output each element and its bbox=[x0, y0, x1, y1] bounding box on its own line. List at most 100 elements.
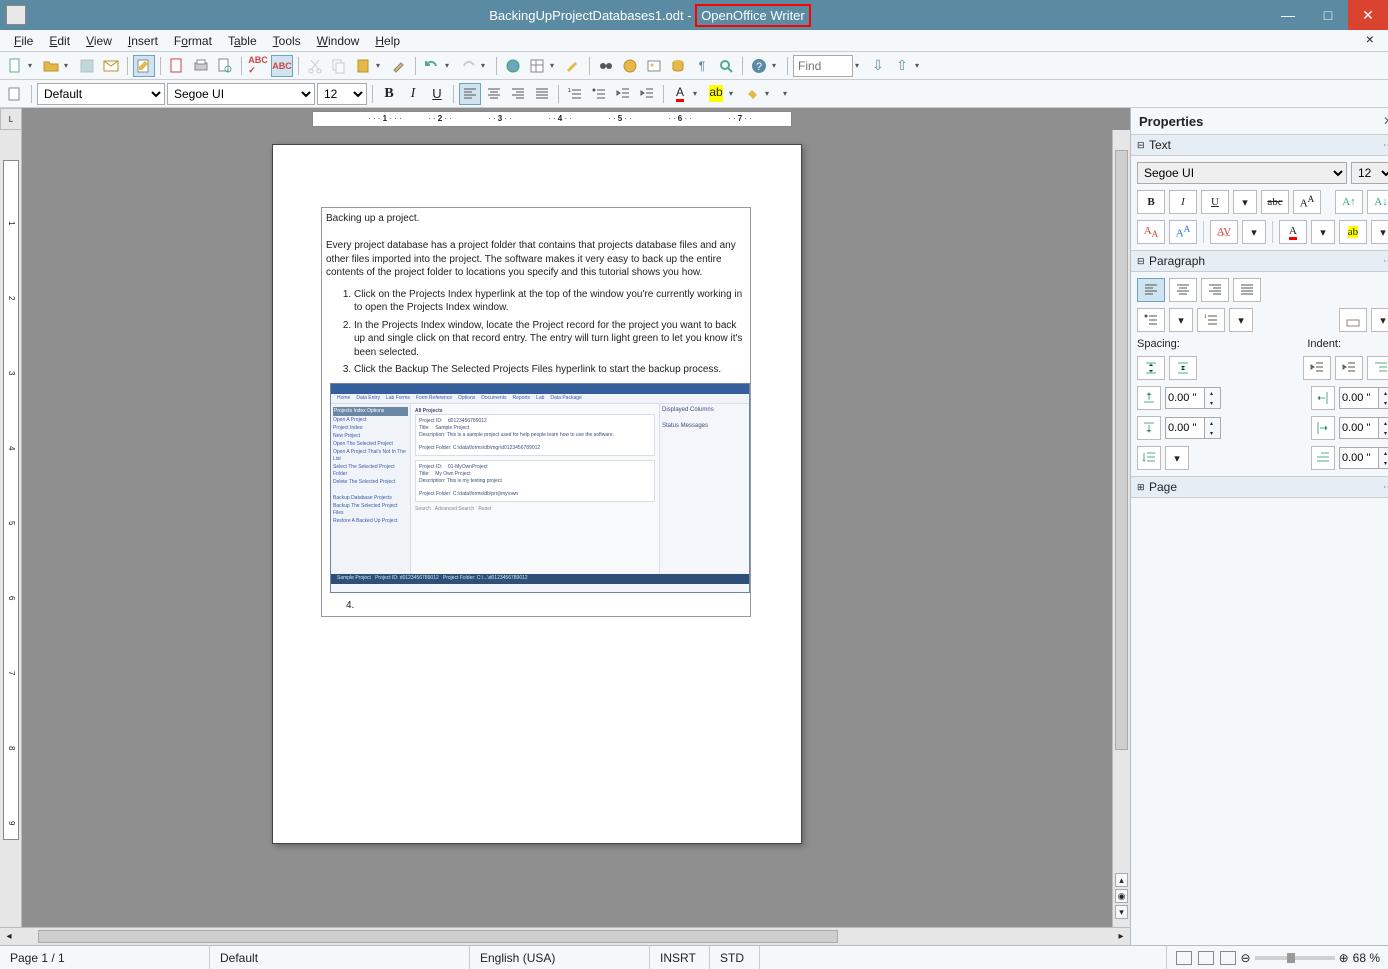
shadow-button[interactable]: A̲V̲ bbox=[1210, 220, 1238, 244]
underline-button[interactable]: U bbox=[426, 83, 448, 105]
horizontal-ruler[interactable]: · · · 1 · · · · · 2 · · · · 3 · · · · 4 … bbox=[22, 108, 1130, 130]
more-options-button[interactable]: ⋯ bbox=[1383, 256, 1388, 267]
page-indicator[interactable]: Page 1 / 1 bbox=[0, 946, 210, 969]
panel-italic-button[interactable]: I bbox=[1169, 190, 1197, 214]
selection-mode[interactable]: STD bbox=[710, 946, 760, 969]
scroll-thumb[interactable] bbox=[1115, 150, 1128, 750]
highlight-button[interactable]: ab bbox=[705, 83, 727, 105]
panel-underline-dropdown[interactable]: ▾ bbox=[1233, 190, 1257, 214]
increase-spacing-button[interactable] bbox=[1137, 356, 1165, 380]
help-button[interactable]: ? bbox=[748, 55, 770, 77]
menu-file[interactable]: File bbox=[6, 32, 41, 50]
find-replace-button[interactable] bbox=[595, 55, 617, 77]
p-bullet-button[interactable] bbox=[1137, 308, 1165, 332]
scroll-left-button[interactable]: ◂ bbox=[0, 928, 18, 945]
panel-strike-button[interactable]: abc bbox=[1261, 190, 1289, 214]
view-multi-page-button[interactable] bbox=[1198, 951, 1214, 965]
decrease-indent-button[interactable] bbox=[612, 83, 634, 105]
close-document-button[interactable]: × bbox=[1358, 31, 1382, 51]
view-book-button[interactable] bbox=[1220, 951, 1236, 965]
menu-help[interactable]: Help bbox=[367, 32, 408, 50]
panel-underline-button[interactable]: U bbox=[1201, 190, 1229, 214]
find-input[interactable] bbox=[793, 55, 853, 77]
menu-view[interactable]: View bbox=[78, 32, 120, 50]
bgcolor-button[interactable] bbox=[741, 83, 763, 105]
font-color-dropdown[interactable]: ▾ bbox=[693, 89, 703, 98]
panel-superscript-button[interactable]: AA bbox=[1293, 190, 1321, 214]
decrease-spacing-button[interactable] bbox=[1169, 356, 1197, 380]
navigation-button[interactable]: ◉ bbox=[1115, 889, 1128, 903]
page-content[interactable]: Backing up a project. Every project data… bbox=[321, 207, 751, 623]
p-bgcolor-button[interactable] bbox=[1339, 308, 1367, 332]
zoom-in-button[interactable]: ⊕ bbox=[1339, 951, 1349, 965]
insert-mode[interactable]: INSRT bbox=[650, 946, 710, 969]
print-preview-button[interactable] bbox=[214, 55, 236, 77]
page-section-header[interactable]: ⊞ Page ⋯ bbox=[1131, 476, 1388, 498]
save-button[interactable] bbox=[76, 55, 98, 77]
numbered-list-button[interactable]: 1 bbox=[564, 83, 586, 105]
bgcolor-dropdown[interactable]: ▾ bbox=[765, 89, 775, 98]
align-left-button[interactable] bbox=[459, 83, 481, 105]
paste-button[interactable] bbox=[352, 55, 374, 77]
highlight-dropdown[interactable]: ▾ bbox=[729, 89, 739, 98]
font-color-button[interactable]: A bbox=[669, 83, 691, 105]
panel-close-button[interactable]: ✕ bbox=[1383, 114, 1388, 128]
italic-button[interactable]: I bbox=[402, 83, 424, 105]
copy-button[interactable] bbox=[328, 55, 350, 77]
panel-size-select[interactable]: 12 bbox=[1351, 162, 1388, 184]
minimize-button[interactable]: — bbox=[1268, 0, 1308, 30]
bold-button[interactable]: B bbox=[378, 83, 400, 105]
zoom-button[interactable] bbox=[715, 55, 737, 77]
vertical-scrollbar[interactable]: ▴ ◉ ▾ bbox=[1112, 130, 1130, 927]
redo-dropdown[interactable]: ▾ bbox=[481, 61, 491, 70]
menu-tools[interactable]: Tools bbox=[265, 32, 309, 50]
paragraph-style-select[interactable]: Default bbox=[37, 83, 165, 105]
p-align-right-button[interactable] bbox=[1201, 278, 1229, 302]
hscroll-thumb[interactable] bbox=[38, 930, 838, 943]
zoom-out-button[interactable]: ⊖ bbox=[1241, 951, 1251, 965]
horizontal-scrollbar[interactable]: ◂ ▸ bbox=[0, 927, 1130, 945]
email-button[interactable] bbox=[100, 55, 122, 77]
panel-highlight-dropdown[interactable]: ▾ bbox=[1371, 220, 1388, 244]
find-prev-button[interactable]: ⇧ bbox=[891, 55, 913, 77]
subscript-button[interactable]: AA bbox=[1137, 220, 1165, 244]
edit-mode-button[interactable] bbox=[133, 55, 155, 77]
language-indicator[interactable]: English (USA) bbox=[470, 946, 650, 969]
increase-font-button[interactable]: A↑ bbox=[1335, 190, 1363, 214]
print-button[interactable] bbox=[190, 55, 212, 77]
undo-button[interactable] bbox=[421, 55, 443, 77]
p-number-button[interactable]: 1 bbox=[1197, 308, 1225, 332]
table-dropdown[interactable]: ▾ bbox=[550, 61, 560, 70]
redo-button[interactable] bbox=[457, 55, 479, 77]
undo-dropdown[interactable]: ▾ bbox=[445, 61, 455, 70]
menu-edit[interactable]: Edit bbox=[41, 32, 78, 50]
new-doc-button[interactable] bbox=[4, 55, 26, 77]
formatting-overflow[interactable]: ▾ bbox=[783, 89, 793, 98]
font-size-select[interactable]: 12 bbox=[317, 83, 367, 105]
panel-highlight-button[interactable]: ab bbox=[1339, 220, 1367, 244]
close-button[interactable]: ✕ bbox=[1348, 0, 1388, 30]
cut-button[interactable] bbox=[304, 55, 326, 77]
nonprinting-button[interactable]: ¶ bbox=[691, 55, 713, 77]
new-doc-dropdown[interactable]: ▾ bbox=[28, 61, 38, 70]
styles-button[interactable] bbox=[4, 83, 26, 105]
scroll-right-button[interactable]: ▸ bbox=[1112, 928, 1130, 945]
find-next-button[interactable]: ⇩ bbox=[867, 55, 889, 77]
align-justify-button[interactable] bbox=[531, 83, 553, 105]
superscript2-button[interactable]: AA bbox=[1169, 220, 1197, 244]
find-toolbar-overflow[interactable]: ▾ bbox=[915, 61, 925, 70]
hyperlink-button[interactable] bbox=[502, 55, 524, 77]
find-dropdown[interactable]: ▾ bbox=[855, 61, 865, 70]
prev-page-button[interactable]: ▴ bbox=[1115, 873, 1128, 887]
space-above-input[interactable]: ▴▾ bbox=[1165, 387, 1221, 409]
bullet-list-button[interactable] bbox=[588, 83, 610, 105]
navigator-button[interactable] bbox=[619, 55, 641, 77]
indent-right-input[interactable]: ▴▾ bbox=[1339, 417, 1388, 439]
paste-dropdown[interactable]: ▾ bbox=[376, 61, 386, 70]
align-center-button[interactable] bbox=[483, 83, 505, 105]
data-sources-button[interactable] bbox=[667, 55, 689, 77]
p-bgcolor-dropdown[interactable]: ▾ bbox=[1371, 308, 1388, 332]
first-line-indent-input[interactable]: ▴▾ bbox=[1339, 447, 1388, 469]
p-align-left-button[interactable] bbox=[1137, 278, 1165, 302]
menu-window[interactable]: Window bbox=[309, 32, 368, 50]
